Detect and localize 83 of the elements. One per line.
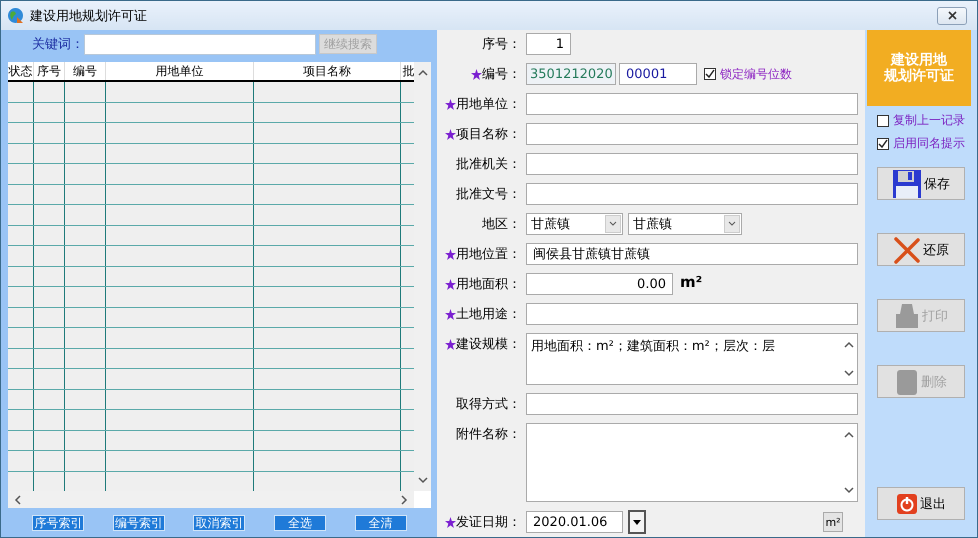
field-label: 编号： [482, 66, 521, 83]
field-label: 批准机关： [456, 156, 521, 173]
number-field[interactable]: 1 [526, 33, 571, 55]
check-icon [878, 138, 888, 148]
text-field[interactable] [526, 393, 858, 415]
field-label: 用地单位： [456, 96, 521, 113]
field-label: 项目名称： [456, 126, 521, 143]
lock-digits-checkbox[interactable]: 锁定编号位数 [704, 66, 792, 82]
required-star-icon [445, 338, 456, 350]
field-label: 取得方式： [456, 396, 521, 413]
field-label: 用地面积： [456, 276, 521, 293]
code-number-field[interactable]: 00001 [619, 63, 697, 85]
action-button[interactable]: 还原 [877, 233, 965, 266]
check-icon [705, 69, 715, 79]
text-field[interactable] [526, 123, 858, 145]
required-star-icon [445, 248, 456, 260]
required-star-icon [445, 278, 456, 290]
index-button[interactable]: 编号索引 [112, 515, 165, 531]
required-star-icon [445, 516, 456, 528]
index-button[interactable]: 全清 [354, 515, 407, 531]
field-label: 序号： [482, 36, 521, 53]
logo-text: 建设用地 [891, 52, 947, 68]
close-button[interactable] [937, 6, 967, 24]
required-star-icon [471, 68, 482, 80]
scroll-up-icon[interactable] [844, 430, 854, 440]
logo-text: 规划许可证 [884, 68, 954, 84]
field-label: 发证日期： [456, 514, 521, 531]
field-label: 用地位置： [456, 246, 521, 263]
field-label: 附件名称： [456, 426, 521, 443]
search-field[interactable] [84, 34, 316, 54]
field-label: 土地用途： [456, 306, 521, 323]
caret-icon [633, 520, 641, 524]
scroll-left-icon[interactable] [13, 494, 23, 504]
text-field[interactable]: 闽侯县甘蔗镇甘蔗镇 [526, 243, 858, 265]
action-button[interactable]: 退出 [877, 487, 965, 520]
index-button[interactable]: 序号索引 [32, 515, 84, 531]
option-checkbox[interactable]: 启用同名提示 [877, 135, 965, 152]
required-star-icon [445, 308, 456, 320]
bin-icon [895, 368, 919, 396]
field-label: 建设规模： [456, 336, 521, 353]
field-label: 批准文号： [456, 186, 521, 203]
vertical-scrollbar[interactable] [414, 62, 431, 491]
unit-label: m² [680, 273, 702, 291]
text-field[interactable] [526, 303, 858, 325]
code-prefix-field[interactable]: 3501212020 [526, 63, 616, 85]
required-star-icon [445, 128, 456, 140]
text-field[interactable] [526, 153, 858, 175]
close-icon [948, 11, 956, 20]
index-button[interactable]: 取消索引 [193, 515, 246, 531]
scroll-right-icon[interactable] [399, 494, 409, 504]
cross-icon [893, 236, 921, 264]
date-dropdown-button[interactable] [628, 510, 646, 534]
scroll-down-icon[interactable] [844, 368, 854, 378]
unit-button[interactable]: m² [823, 512, 843, 532]
text-field[interactable] [526, 183, 858, 205]
scroll-up-icon[interactable] [844, 340, 854, 350]
option-checkbox[interactable]: 复制上一记录 [877, 112, 965, 129]
window-title: 建设用地规划许可证 [30, 8, 148, 24]
scroll-down-icon[interactable] [418, 475, 428, 485]
date-field[interactable]: 2020.01.06 [526, 511, 623, 533]
horizontal-scrollbar[interactable] [8, 491, 414, 508]
column-header[interactable]: 序号 [34, 62, 65, 80]
index-button[interactable]: 全选 [274, 515, 326, 531]
text-area[interactable]: 用地面积：m²；建筑面积：m²；层次：层 [526, 333, 858, 385]
scroll-up-icon[interactable] [418, 68, 428, 78]
area-field[interactable]: 0.00 [526, 273, 673, 295]
scroll-down-icon[interactable] [844, 485, 854, 495]
area-dropdown[interactable]: 甘蔗镇 [526, 213, 623, 235]
column-header[interactable]: 用地单位 [106, 62, 254, 80]
field-label: 地区： [482, 216, 521, 233]
action-button[interactable]: 保存 [877, 167, 965, 200]
column-header[interactable]: 项目名称 [254, 62, 401, 80]
printer-icon [894, 302, 920, 330]
power-icon [896, 492, 918, 514]
area-dropdown[interactable]: 甘蔗镇 [628, 213, 742, 235]
required-star-icon [445, 98, 456, 110]
caret-icon [609, 221, 617, 227]
text-field[interactable] [526, 93, 858, 115]
globe-icon [7, 7, 24, 24]
column-header[interactable]: 状态 [8, 62, 34, 80]
caret-icon [728, 221, 736, 227]
search-label: 关键词： [31, 36, 84, 53]
column-header[interactable]: 编号 [65, 62, 106, 80]
